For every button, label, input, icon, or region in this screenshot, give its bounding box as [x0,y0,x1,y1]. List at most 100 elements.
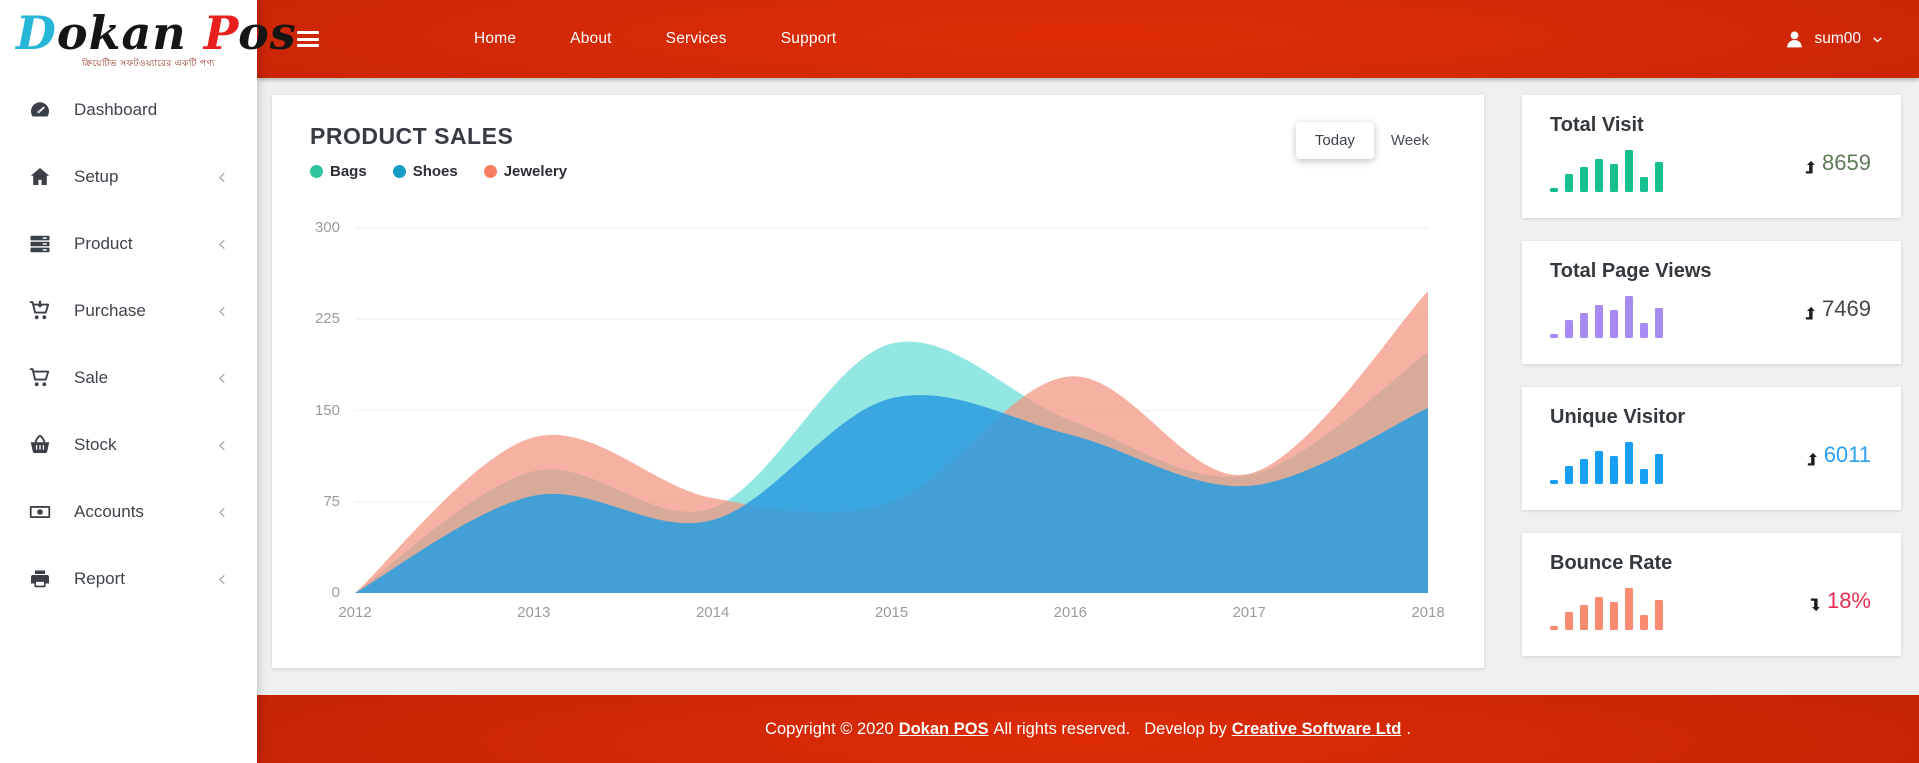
bounce-rate-card: Bounce Rate 18% [1522,533,1901,656]
x-axis-tick: 2013 [499,604,569,621]
mini-bar [1565,612,1573,630]
mini-bar [1625,296,1633,338]
x-axis-tick: 2012 [320,604,390,621]
y-axis-tick: 0 [300,584,340,601]
legend-dot [484,165,497,178]
stat-value: 8659 [1804,150,1871,176]
sidebar-item-stock[interactable]: Stock [0,418,257,473]
x-axis-tick: 2014 [678,604,748,621]
footer-copyright: Copyright © 2020 [765,720,894,739]
printer-icon [28,567,52,591]
chart-range-tabs: Today Week [1296,122,1446,159]
nav-link-home[interactable]: Home [447,20,543,58]
app-logo[interactable]: Dokan Pos ক্রিয়েটিভ সফটওয়্যারের একটি প… [0,0,257,71]
cart-arrow-down-icon [28,299,52,323]
mini-bar [1610,310,1618,338]
legend-dot [393,165,406,178]
sidebar-item-label: Report [74,569,125,589]
mini-bar [1655,600,1663,630]
stat-card-title: Bounce Rate [1550,552,1871,575]
home-icon [28,165,52,189]
mini-bar [1580,167,1588,192]
area-chart: 0751502253002012201320142015201620172018 [355,228,1428,593]
y-axis-tick: 150 [300,402,340,419]
mini-bar [1580,313,1588,338]
trend-up-icon [1804,155,1817,171]
mini-bar [1565,466,1573,484]
chevron-left-icon [214,236,231,253]
sidebar-item-label: Sale [74,368,108,388]
top-navbar: Home About Services Support sum00 [257,0,1919,78]
tab-week[interactable]: Week [1374,122,1446,159]
nav-link-support[interactable]: Support [754,20,864,58]
mini-bar [1580,605,1588,630]
mini-bar [1655,454,1663,484]
mini-bar-chart [1550,434,1663,484]
legend-item-jewelery[interactable]: Jewelery [484,163,567,180]
x-axis-tick: 2015 [857,604,927,621]
sidebar-item-dashboard[interactable]: Dashboard [0,83,257,138]
mini-bar [1655,162,1663,192]
main-content: PRODUCT SALES Bags Shoes Jewelery Today … [257,78,1919,695]
x-axis-tick: 2018 [1393,604,1463,621]
mini-bar [1595,597,1603,630]
legend-item-bags[interactable]: Bags [310,163,367,180]
x-axis-tick: 2016 [1035,604,1105,621]
total-page-views-card: Total Page Views 7469 [1522,241,1901,364]
x-axis-tick: 2017 [1214,604,1284,621]
app-logo-text: Dokan Pos [16,6,297,60]
mini-bar [1550,480,1558,484]
mini-bar [1595,305,1603,338]
mini-bar [1580,459,1588,484]
footer-company-link[interactable]: Creative Software Ltd [1232,720,1402,739]
legend-label: Jewelery [504,163,567,180]
sidebar-item-accounts[interactable]: Accounts [0,485,257,540]
mini-bar [1565,320,1573,338]
mini-bar [1565,174,1573,192]
y-axis-tick: 225 [300,310,340,327]
sidebar-item-sale[interactable]: Sale [0,351,257,406]
sidebar-item-report[interactable]: Report [0,552,257,607]
nav-link-about[interactable]: About [543,20,639,58]
mini-bar [1640,177,1648,192]
mini-bar [1655,308,1663,338]
nav-link-services[interactable]: Services [639,20,754,58]
unique-visitor-card: Unique Visitor 6011 [1522,387,1901,510]
mini-bar [1625,442,1633,484]
user-menu[interactable]: sum00 [1784,29,1885,50]
sidebar-menu: Dashboard Setup Product Purchase Sale St… [0,83,257,607]
mini-bar [1550,334,1558,338]
stat-value: 18% [1809,588,1871,614]
sidebar-item-product[interactable]: Product [0,217,257,272]
user-icon [1784,29,1805,50]
mini-bar-chart [1550,580,1663,630]
sidebar-item-purchase[interactable]: Purchase [0,284,257,339]
sidebar-item-label: Stock [74,435,117,455]
mini-bar [1640,323,1648,338]
sidebar-item-label: Product [74,234,133,254]
trend-down-icon [1809,593,1822,609]
mini-bar [1625,588,1633,630]
legend-item-shoes[interactable]: Shoes [393,163,458,180]
footer-brand-link[interactable]: Dokan POS [899,720,989,739]
sidebar-item-setup[interactable]: Setup [0,150,257,205]
mini-bar [1610,456,1618,484]
chevron-left-icon [214,437,231,454]
product-sales-card: PRODUCT SALES Bags Shoes Jewelery Today … [272,95,1484,668]
trend-up-icon [1806,447,1819,463]
footer-suffix: . [1406,720,1411,739]
hamburger-menu-icon[interactable] [297,28,319,51]
cart-icon [28,366,52,390]
mini-bar [1610,602,1618,630]
tab-today[interactable]: Today [1296,122,1374,159]
mini-bar [1640,469,1648,484]
stat-card-title: Unique Visitor [1550,406,1871,429]
footer-develop-text: Develop by [1144,720,1227,739]
sidebar-item-label: Accounts [74,502,144,522]
stat-card-title: Total Page Views [1550,260,1871,283]
stat-value: 7469 [1804,296,1871,322]
footer-rights: All rights reserved. [994,720,1131,739]
chart-legend: Bags Shoes Jewelery [310,163,1446,180]
mini-bar [1640,615,1648,630]
sidebar-item-label: Setup [74,167,118,187]
